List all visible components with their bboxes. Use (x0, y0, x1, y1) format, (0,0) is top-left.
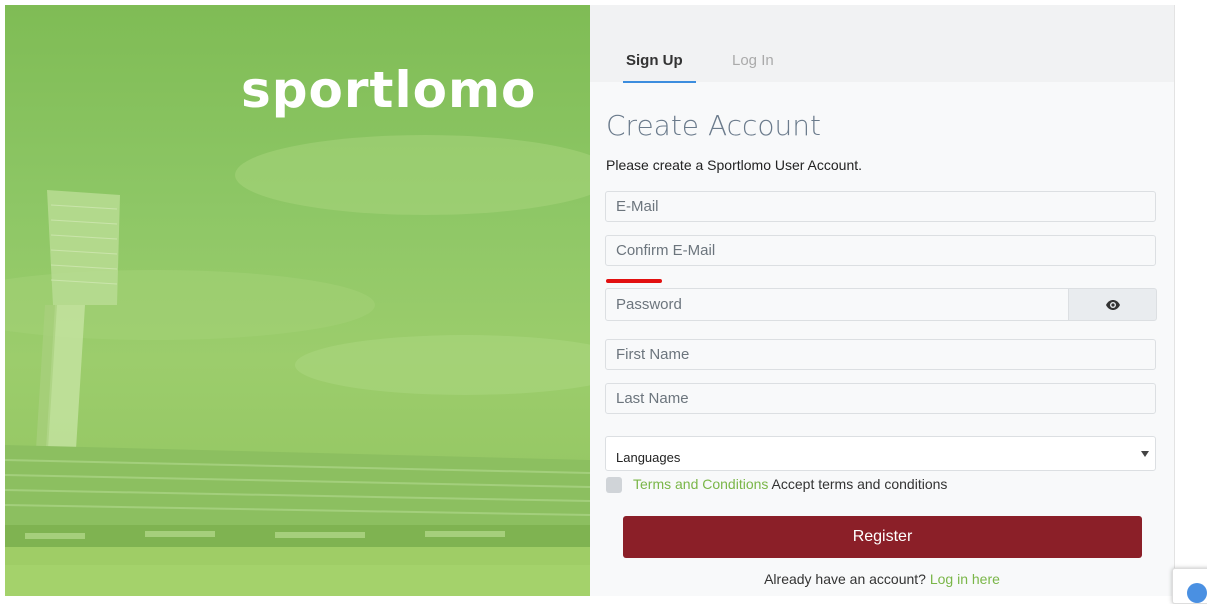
auth-tabs: Sign Up Log In (590, 5, 1174, 83)
login-prompt: Already have an account? Log in here (590, 571, 1174, 587)
password-field[interactable] (605, 288, 1069, 321)
page-title: Create Account (606, 109, 821, 142)
confirm-email-field[interactable] (605, 235, 1156, 266)
recaptcha-badge[interactable] (1172, 568, 1207, 604)
recaptcha-icon (1187, 583, 1207, 603)
page-subtitle: Please create a Sportlomo User Account. (606, 157, 863, 173)
languages-select-value: Languages (616, 450, 681, 465)
validation-indicator-bar (606, 279, 662, 283)
signup-panel: Sign Up Log In Create Account Please cre… (590, 5, 1175, 596)
terms-link[interactable]: Terms and Conditions (633, 476, 768, 492)
eye-icon (1105, 299, 1120, 310)
hero-image: sportlomo (5, 5, 590, 596)
login-prompt-text: Already have an account? (764, 571, 926, 587)
languages-select[interactable]: Languages (605, 436, 1156, 471)
login-link[interactable]: Log in here (930, 571, 1000, 587)
register-button[interactable]: Register (623, 516, 1142, 558)
terms-row: Terms and Conditions Accept terms and co… (633, 476, 947, 492)
last-name-field[interactable] (605, 383, 1156, 414)
terms-checkbox[interactable] (606, 477, 622, 493)
sportlomo-logo: sportlomo (241, 61, 537, 119)
caret-down-icon (1141, 451, 1149, 457)
tab-sign-up[interactable]: Sign Up (623, 52, 696, 83)
toggle-password-visibility-button[interactable] (1068, 288, 1157, 321)
first-name-field[interactable] (605, 339, 1156, 370)
email-field[interactable] (605, 191, 1156, 222)
terms-label: Accept terms and conditions (771, 476, 948, 492)
tab-log-in[interactable]: Log In (732, 52, 774, 69)
